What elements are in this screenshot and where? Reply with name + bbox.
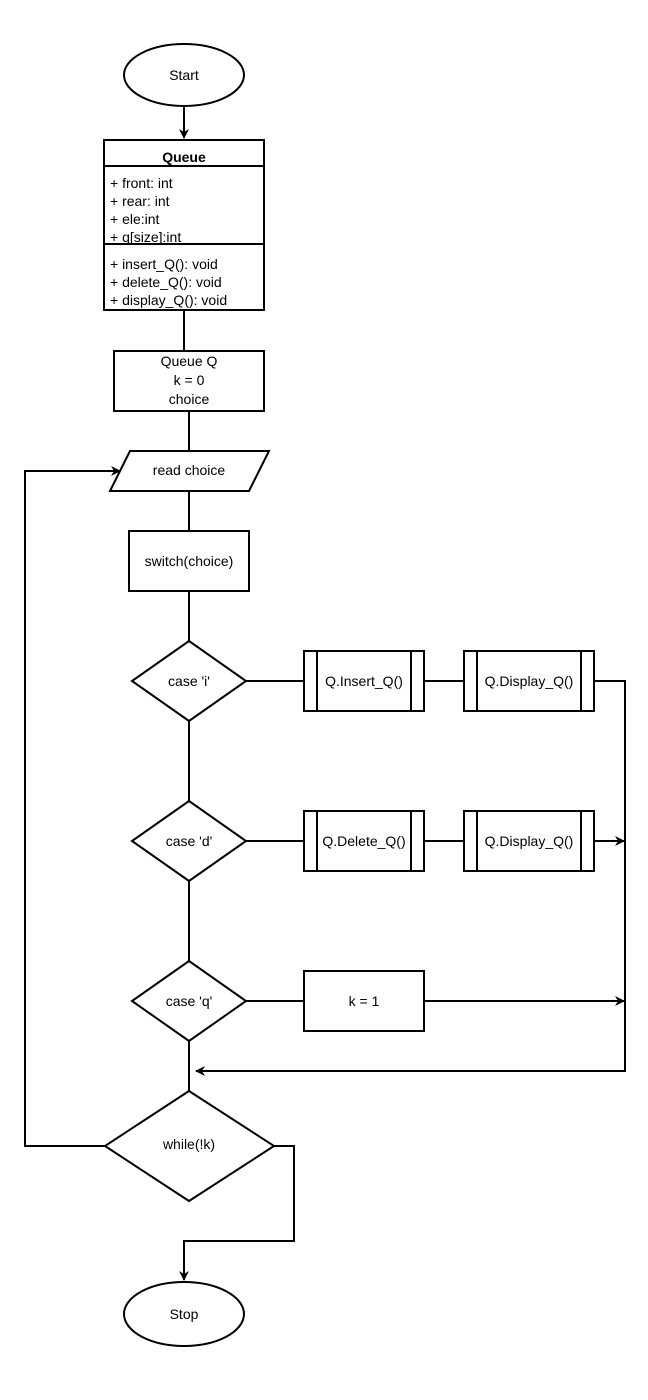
flowchart-canvas: Start Queue + front: int + rear: int + e…: [24, 43, 626, 1347]
queue-class-box: Queue + front: int + rear: int + ele:int…: [103, 139, 265, 311]
init-line: choice: [169, 391, 210, 407]
class-method: + display_Q(): void: [110, 292, 227, 308]
switch-label: switch(choice): [145, 553, 234, 569]
start-label: Start: [169, 67, 199, 83]
read-input-node: read choice: [108, 450, 271, 492]
set-k-process: k = 1: [303, 970, 425, 1032]
init-line: Queue Q: [161, 353, 218, 369]
edge-loop-back: [24, 466, 121, 1147]
subprocess-label: Q.Display_Q(): [485, 673, 574, 689]
case-label: case 'i': [168, 673, 210, 689]
display-subprocess: Q.Display_Q(): [463, 650, 595, 712]
case-label: case 'q': [166, 993, 213, 1009]
case-d-decision: case 'd': [130, 799, 248, 883]
class-method: + delete_Q(): void: [110, 274, 222, 290]
insert-subprocess: Q.Insert_Q(): [303, 650, 425, 712]
stop-node: Stop: [123, 1281, 245, 1347]
case-q-decision: case 'q': [130, 959, 248, 1043]
class-title: Queue: [162, 149, 206, 165]
subprocess-label: Q.Display_Q(): [485, 833, 574, 849]
stop-label: Stop: [170, 1306, 199, 1322]
case-i-decision: case 'i': [130, 639, 248, 723]
class-attribute: + q[size]:int: [110, 229, 181, 245]
switch-box: switch(choice): [128, 530, 250, 592]
subprocess-label: Q.Delete_Q(): [322, 833, 405, 849]
loop-condition-label: while(!k): [162, 1136, 215, 1152]
init-line: k = 0: [174, 372, 205, 388]
process-label: k = 1: [349, 993, 380, 1009]
display-subprocess: Q.Display_Q(): [463, 810, 595, 872]
start-node: Start: [123, 43, 245, 107]
read-input-label: read choice: [153, 462, 226, 478]
class-attribute: + ele:int: [110, 211, 160, 227]
subprocess-label: Q.Insert_Q(): [325, 673, 403, 689]
init-process-box: Queue Q k = 0 choice: [113, 350, 265, 412]
while-decision: while(!k): [103, 1089, 276, 1203]
case-label: case 'd': [166, 833, 213, 849]
class-method: + insert_Q(): void: [110, 256, 218, 272]
class-attribute: + rear: int: [110, 193, 170, 209]
class-attribute: + front: int: [110, 175, 173, 191]
delete-subprocess: Q.Delete_Q(): [303, 810, 425, 872]
